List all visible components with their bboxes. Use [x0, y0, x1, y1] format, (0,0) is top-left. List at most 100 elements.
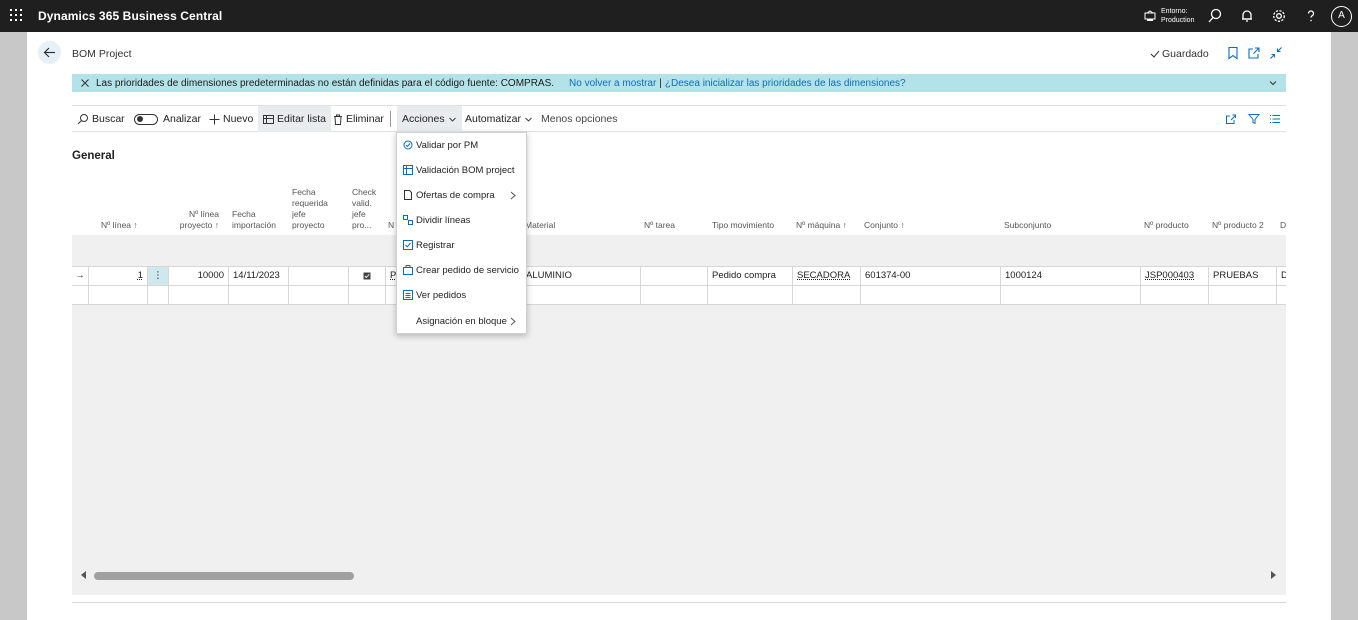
collapse-icon[interactable] [1269, 46, 1283, 60]
orders-icon [403, 290, 413, 300]
row-actions-menu-icon[interactable]: ⋮ [148, 267, 169, 285]
toggle-switch[interactable] [134, 113, 158, 125]
fewer-options-button[interactable]: Menos opciones [536, 106, 622, 132]
new-button[interactable]: Nuevo [204, 106, 258, 132]
empty-cell[interactable] [1001, 286, 1141, 304]
cell-machine-no[interactable]: SECADORA [793, 267, 861, 285]
cell-line-no[interactable]: 1 [89, 267, 148, 285]
scroll-right-icon[interactable] [1271, 571, 1276, 579]
menu-item-split-lines[interactable]: Dividir líneas [397, 208, 526, 233]
cell-task-no[interactable] [641, 267, 708, 285]
column-header-material[interactable]: Material [525, 220, 555, 231]
empty-cell[interactable] [349, 286, 386, 304]
checkbox-checked-icon[interactable] [363, 272, 371, 280]
help-icon[interactable] [1303, 8, 1319, 24]
settings-icon[interactable] [1271, 8, 1287, 24]
column-header-product-no[interactable]: Nº producto [1144, 220, 1189, 231]
action-divider [390, 111, 391, 127]
horizontal-scrollbar[interactable] [72, 564, 1286, 584]
user-avatar[interactable]: A [1331, 6, 1352, 27]
cell-product-no-2[interactable]: PRUEBAS [1209, 267, 1277, 285]
open-new-window-icon[interactable] [1247, 46, 1261, 60]
cell-check-valid[interactable] [349, 267, 386, 285]
cell-product-no[interactable]: JSP000403 [1141, 267, 1209, 285]
environment-label: Entorno: Production [1161, 8, 1195, 24]
initialize-priorities-link[interactable]: ¿Desea inicializar las prioridades de la… [665, 78, 906, 89]
table-row[interactable]: → 1 ⋮ 10000 14/11/2023 P ALUMINIO Pedido… [72, 266, 1286, 285]
cell-assembly[interactable]: 601374-00 [861, 267, 1001, 285]
lines-grid: Nº línea ↑ Nº línea proyecto ↑ Fecha imp… [72, 178, 1286, 595]
column-header-partial[interactable]: N [388, 220, 394, 231]
cell-project-line-no[interactable]: 10000 [169, 267, 229, 285]
page-divider [72, 602, 1286, 603]
column-header-task-no[interactable]: Nº tarea [644, 220, 675, 231]
top-bar: Dynamics 365 Business Central Entorno: Pr… [0, 0, 1358, 32]
delete-button[interactable]: Eliminar [328, 106, 389, 132]
column-header-import-date[interactable]: Fecha importación [232, 209, 280, 231]
empty-cell[interactable] [169, 286, 229, 304]
column-header-line-no[interactable]: Nº línea ↑ [101, 220, 138, 231]
menu-item-view-orders[interactable]: Ver pedidos [397, 283, 526, 308]
chevron-down-icon[interactable] [1268, 78, 1278, 88]
scroll-left-icon[interactable] [81, 571, 86, 579]
filter-icon[interactable] [1248, 113, 1260, 125]
cell-required-date[interactable] [289, 267, 349, 285]
notifications-icon[interactable] [1239, 8, 1255, 24]
empty-cell[interactable] [793, 286, 861, 304]
column-header-check-valid[interactable]: Check valid. jefe pro... [352, 187, 382, 231]
menu-item-post[interactable]: Registrar [397, 233, 526, 258]
save-status-label: Guardado [1162, 48, 1209, 60]
menu-item-validate-pm[interactable]: Validar por PM [397, 133, 526, 158]
menu-item-label: Ofertas de compra [416, 190, 495, 201]
actions-dropdown-menu: Validar por PM Validación BOM project Of… [396, 132, 527, 334]
empty-cell[interactable] [522, 286, 641, 304]
app-launcher-icon[interactable] [10, 9, 22, 21]
column-header-assembly[interactable]: Conjunto ↑ [864, 220, 905, 231]
search-button[interactable]: Buscar [72, 106, 130, 132]
menu-item-label: Ver pedidos [416, 290, 467, 301]
cell-material[interactable]: ALUMINIO [522, 267, 641, 285]
column-header-product-no-2[interactable]: Nº producto 2 [1212, 220, 1264, 231]
menu-item-bom-validation[interactable]: Validación BOM project [397, 158, 526, 183]
empty-cell[interactable] [861, 286, 1001, 304]
empty-cell[interactable] [641, 286, 708, 304]
bookmark-icon[interactable] [1226, 46, 1240, 60]
edit-list-button[interactable]: Editar lista [258, 106, 332, 132]
cell-import-date[interactable]: 14/11/2023 [229, 267, 289, 285]
empty-cell[interactable] [289, 286, 349, 304]
column-header-project-line-no[interactable]: Nº línea proyecto ↑ [177, 209, 219, 231]
analyze-toggle[interactable]: Analizar [129, 106, 206, 132]
column-header-movement-type[interactable]: Tipo movimiento [712, 220, 774, 231]
column-header-machine-no[interactable]: Nº máquina ↑ [796, 220, 847, 231]
automate-menu-button[interactable]: Automatizar [460, 106, 538, 132]
back-button[interactable] [38, 41, 61, 64]
list-view-icon[interactable] [1269, 113, 1281, 125]
menu-item-bulk-assignment[interactable]: Asignación en bloque [397, 309, 526, 334]
menu-item-label: Validación BOM project [416, 165, 515, 176]
actions-menu-button[interactable]: Acciones [397, 106, 462, 132]
scrollbar-thumb[interactable] [94, 572, 354, 580]
menu-item-create-service-order[interactable]: Crear pedido de servicio [397, 258, 526, 283]
environment-indicator[interactable]: Entorno: Production [1144, 7, 1194, 25]
column-header-required-date[interactable]: Fecha requerida jefe proyecto [292, 187, 330, 231]
post-icon [403, 240, 413, 250]
empty-cell[interactable] [89, 286, 148, 304]
search-icon[interactable] [1207, 8, 1223, 24]
dont-show-again-link[interactable]: No volver a mostrar [569, 78, 656, 89]
cell-movement-type[interactable]: Pedido compra [708, 267, 793, 285]
column-header-subassembly[interactable]: Subconjunto [1004, 220, 1051, 231]
close-icon[interactable] [80, 78, 90, 88]
empty-cell[interactable] [708, 286, 793, 304]
menu-item-purchase-quotes[interactable]: Ofertas de compra [397, 183, 526, 208]
table-row-empty[interactable] [72, 285, 1286, 305]
column-header-desc[interactable]: D [1280, 220, 1286, 231]
empty-cell[interactable] [1141, 286, 1209, 304]
section-title-general[interactable]: General [72, 150, 115, 162]
menu-item-label: Dividir líneas [416, 215, 471, 226]
cell-desc[interactable]: D [1277, 267, 1286, 285]
share-icon[interactable] [1225, 113, 1237, 125]
cell-subassembly[interactable]: 1000124 [1001, 267, 1141, 285]
empty-cell[interactable] [1209, 286, 1277, 304]
empty-cell[interactable] [229, 286, 289, 304]
app-title[interactable]: Dynamics 365 Business Central [38, 9, 222, 23]
